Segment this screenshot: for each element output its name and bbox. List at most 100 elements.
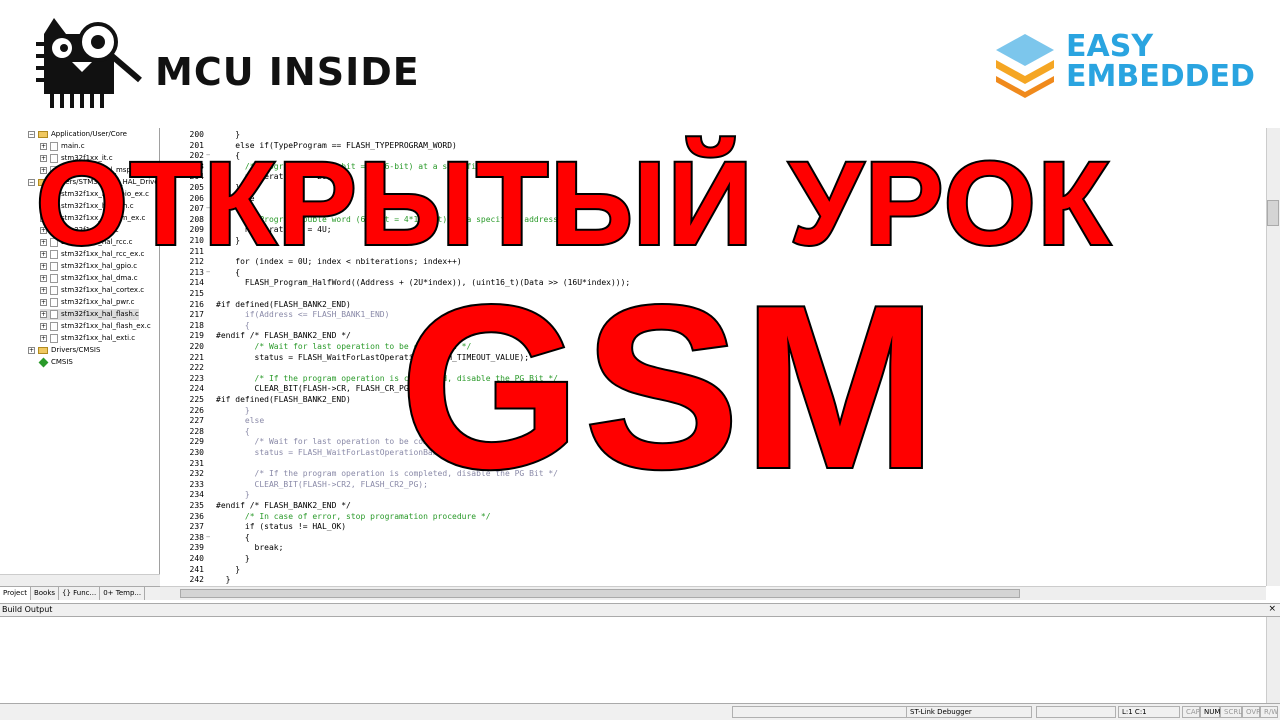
project-tree-item[interactable]: + Drivers/CMSIS <box>28 345 100 356</box>
project-tree-item[interactable]: + stm32f1xx_hal_pwr.c <box>40 297 134 308</box>
file-icon <box>50 285 58 295</box>
code-line[interactable]: CLEAR_BIT(FLASH->CR, FLASH_CR_PG); <box>216 383 419 394</box>
code-line[interactable]: #endif /* FLASH_BANK2_END */ <box>216 330 351 341</box>
easy-word: EASY <box>1066 29 1154 64</box>
folder-icon <box>38 130 48 138</box>
line-number: 236 <box>189 511 204 521</box>
code-line[interactable]: #if defined(FLASH_BANK2_END) <box>216 299 351 310</box>
status-num-lock: NUM <box>1200 706 1220 718</box>
file-icon <box>50 321 58 331</box>
build-output-header: Build Output × <box>0 603 1280 617</box>
line-number: 230 <box>189 448 204 457</box>
project-panel-tab[interactable]: {} Func... <box>59 587 101 600</box>
line-number: 216 <box>189 299 204 309</box>
overlay-title-line1: ОТКРЫТЫЙ УРОК <box>34 138 1112 270</box>
fold-toggle-icon[interactable]: − <box>206 532 214 543</box>
line-number: 227 <box>189 416 204 426</box>
code-line[interactable]: CLEAR_BIT(FLASH->CR2, FLASH_CR2_PG); <box>216 479 428 490</box>
project-tree-item[interactable]: + stm32f1xx_hal_exti.c <box>40 333 135 344</box>
project-tree-horizontal-scrollbar[interactable] <box>0 574 160 586</box>
line-number: 232 <box>189 469 204 479</box>
status-bar: ST-Link Debugger L:1 C:1 CAP NUM SCRL OV… <box>0 703 1280 720</box>
project-tree-item-label: CMSIS <box>51 358 73 366</box>
status-debugger: ST-Link Debugger <box>906 706 1032 718</box>
line-number: 214 <box>189 278 204 288</box>
project-panel-tab[interactable]: Books <box>31 587 60 600</box>
project-tree-item[interactable]: + stm32f1xx_hal_flash_ex.c <box>40 321 151 332</box>
editor-vertical-scrollbar[interactable] <box>1266 128 1280 586</box>
line-number: 238 <box>189 532 204 542</box>
expand-icon[interactable]: + <box>40 274 47 282</box>
project-panel-tabs: Project Books{} Func... 0+ Temp... <box>0 586 160 600</box>
collapse-icon[interactable]: − <box>28 130 35 138</box>
mcu-owl-logo <box>36 18 142 108</box>
file-icon <box>50 297 58 307</box>
code-line[interactable]: } <box>216 564 240 575</box>
line-number: 215 <box>189 289 204 298</box>
project-panel-tab[interactable]: 0+ Temp... <box>100 587 146 600</box>
project-tree-item[interactable]: + stm32f1xx_hal_flash.c <box>40 309 139 320</box>
build-output-pane[interactable] <box>0 617 1266 703</box>
file-icon <box>50 273 58 283</box>
code-line[interactable]: } <box>216 553 250 564</box>
line-number: 237 <box>189 522 204 532</box>
line-number: 241 <box>189 564 204 574</box>
line-number: 229 <box>189 437 204 447</box>
code-line[interactable]: if(Address <= FLASH_BANK1_END) <box>216 309 390 320</box>
mcu-inside-logo-text: MCU INSIDE <box>155 50 420 94</box>
code-line[interactable]: { <box>216 320 250 331</box>
status-empty-cell-2 <box>1036 706 1116 718</box>
status-caps-lock: CAP <box>1182 706 1200 718</box>
build-output-vertical-scrollbar[interactable] <box>1266 617 1280 703</box>
editor-vertical-scroll-thumb[interactable] <box>1267 200 1279 226</box>
code-line[interactable]: else <box>216 415 264 426</box>
project-tree-item-label: Application/User/Core <box>51 130 127 138</box>
code-line[interactable]: { <box>216 426 250 437</box>
code-line[interactable]: { <box>216 532 250 543</box>
code-line[interactable]: #endif /* FLASH_BANK2_END */ <box>216 500 351 511</box>
expand-icon[interactable]: + <box>40 298 47 306</box>
project-tree-item-label: stm32f1xx_hal_exti.c <box>61 334 136 342</box>
status-overwrite: OVR <box>1242 706 1261 718</box>
line-number: 242 <box>189 575 204 585</box>
code-line[interactable]: } <box>216 405 250 416</box>
overlay-title-line2: GSM <box>398 258 941 517</box>
expand-icon[interactable]: + <box>28 346 35 354</box>
embedded-word: EMBEDDED <box>1066 59 1255 94</box>
build-output-close-icon[interactable]: × <box>1268 604 1276 614</box>
collapse-icon[interactable]: − <box>28 178 35 186</box>
status-scroll-lock: SCRL <box>1220 706 1242 718</box>
line-number: 219 <box>189 331 204 341</box>
project-tree-item-label: stm32f1xx_hal_flash.c <box>61 310 139 318</box>
line-number: 220 <box>189 342 204 351</box>
line-number: 233 <box>189 479 204 489</box>
expand-icon[interactable]: + <box>40 334 47 342</box>
line-number: 235 <box>189 501 204 510</box>
line-number: 221 <box>189 352 204 362</box>
line-number: 225 <box>189 395 204 404</box>
expand-icon[interactable]: + <box>40 286 47 294</box>
code-line[interactable]: } <box>216 489 250 500</box>
code-line[interactable]: if (status != HAL_OK) <box>216 521 346 532</box>
project-tree-item-label: stm32f1xx_hal_flash_ex.c <box>61 322 151 330</box>
component-icon <box>38 357 49 367</box>
project-tree-item[interactable]: + stm32f1xx_hal_dma.c <box>40 273 138 284</box>
line-number: 222 <box>189 363 204 373</box>
easy-embedded-logo-text: EASY EMBEDDED <box>1066 32 1255 92</box>
expand-icon[interactable]: + <box>40 322 47 330</box>
file-icon <box>50 333 58 343</box>
code-line[interactable]: #if defined(FLASH_BANK2_END) <box>216 394 351 405</box>
line-number: 239 <box>189 543 204 553</box>
code-line[interactable]: } <box>216 574 231 585</box>
easy-embedded-logo <box>996 34 1054 98</box>
header-banner: MCU INSIDE EASY EMBEDDED <box>0 0 1280 128</box>
project-panel-tab[interactable]: Project <box>0 587 31 600</box>
line-number: 223 <box>189 373 204 383</box>
project-tree-item[interactable]: + stm32f1xx_hal_cortex.c <box>40 285 144 296</box>
expand-icon[interactable]: + <box>40 310 47 318</box>
project-tree-item[interactable]: CMSIS <box>38 357 73 368</box>
editor-horizontal-scroll-thumb[interactable] <box>180 589 1020 598</box>
code-line[interactable]: break; <box>216 542 284 553</box>
file-icon <box>50 309 58 319</box>
build-output-title: Build Output <box>2 605 53 614</box>
